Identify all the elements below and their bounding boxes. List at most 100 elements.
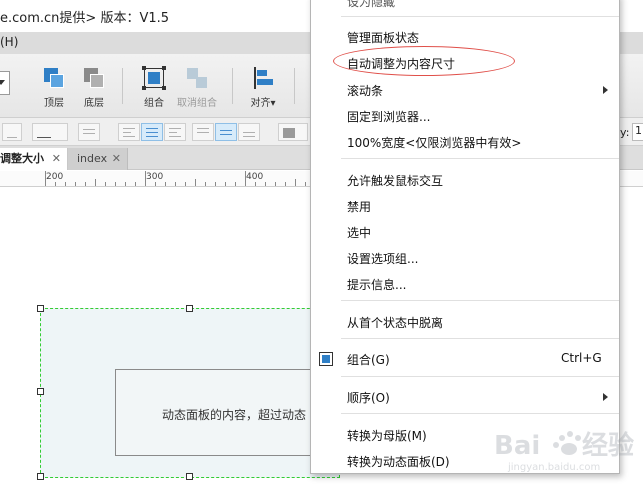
- align-button[interactable]: 对齐▾: [237, 62, 289, 109]
- ruler-tick: [155, 182, 156, 186]
- send-to-back-icon: [82, 66, 106, 90]
- menu-separator: [341, 158, 619, 159]
- align-center-text-button[interactable]: [141, 123, 163, 141]
- menu-separator: [341, 300, 619, 301]
- resize-handle[interactable]: [37, 473, 44, 480]
- ruler-tick: [105, 182, 106, 186]
- ruler-tick: [125, 182, 126, 186]
- toolbar-divider: [294, 68, 295, 104]
- submenu-arrow-icon: [603, 393, 608, 401]
- menu-help[interactable]: (H): [0, 35, 18, 49]
- tab-adjust-size[interactable]: 调整大小 ✕: [0, 148, 68, 170]
- ruler-tick: [305, 182, 306, 186]
- submenu-arrow-icon: [603, 86, 608, 94]
- font-color-button[interactable]: [32, 123, 68, 141]
- ruler-tick: [165, 182, 166, 186]
- svg-text:Bai: Bai: [494, 431, 540, 461]
- ruler-tick: [95, 179, 96, 186]
- ruler-tick: [295, 179, 296, 186]
- menu-item-convert-to-master[interactable]: 转换为母版(M): [347, 427, 427, 444]
- ruler-tick: [135, 182, 136, 186]
- menu-item-break-away[interactable]: 从首个状态中脱离: [347, 314, 443, 331]
- menu-item-convert-to-dynamic-panel[interactable]: 转换为动态面板(D): [347, 453, 450, 470]
- ruler-tick: [245, 171, 246, 186]
- ruler-tick: [45, 171, 46, 186]
- send-to-back-label: 底层: [84, 98, 104, 109]
- menu-item-tooltip[interactable]: 提示信息...: [347, 276, 406, 293]
- shortcut-group: Ctrl+G: [561, 351, 602, 365]
- underline-button[interactable]: [2, 123, 22, 141]
- tab-index[interactable]: index ✕: [68, 148, 128, 170]
- ruler-tick: [55, 182, 56, 186]
- ruler-mark: 200: [46, 172, 64, 182]
- ruler-tick: [255, 182, 256, 186]
- toolbar-divider: [232, 68, 233, 104]
- ruler-mark: 300: [146, 172, 164, 182]
- ruler-tick: [275, 182, 276, 186]
- baidu-watermark: Bai 经验 jingyan.baidu.com: [494, 430, 634, 473]
- group-icon: [319, 352, 333, 366]
- ruler-tick: [215, 182, 216, 186]
- ungroup-icon: [185, 66, 209, 90]
- align-right-text-button[interactable]: [164, 123, 186, 141]
- menu-item-group[interactable]: 组合(G): [347, 351, 390, 368]
- menu-item-pin-to-browser[interactable]: 固定到浏览器...: [347, 108, 430, 125]
- ruler-tick: [145, 171, 146, 186]
- menu-item-scrollbars[interactable]: 滚动条: [347, 82, 383, 99]
- resize-handle[interactable]: [37, 388, 44, 395]
- ruler-tick: [75, 182, 76, 186]
- ruler-tick: [205, 182, 206, 186]
- close-icon[interactable]: ✕: [112, 148, 121, 170]
- menu-separator: [341, 16, 619, 17]
- menu-item-full-width[interactable]: 100%宽度<仅限浏览器中有效>: [347, 134, 521, 151]
- tab-label: index: [77, 152, 108, 165]
- close-icon[interactable]: ✕: [52, 148, 61, 170]
- ruler-tick: [195, 179, 196, 186]
- ruler-tick: [175, 182, 176, 186]
- svg-text:经验: 经验: [582, 430, 634, 461]
- resize-handle[interactable]: [186, 305, 193, 312]
- ruler-mark: 400: [246, 172, 264, 182]
- menu-separator: [341, 338, 619, 339]
- menu-item-manage-states[interactable]: 管理面板状态: [347, 29, 419, 46]
- chevron-down-icon: [0, 80, 5, 85]
- group-icon: [142, 66, 166, 90]
- fill-color-button[interactable]: [278, 123, 308, 141]
- y-label: y:: [620, 126, 630, 139]
- menu-item-disable[interactable]: 禁用: [347, 198, 371, 215]
- send-to-back-button[interactable]: 底层: [68, 62, 120, 109]
- ruler-tick: [65, 182, 66, 186]
- toolbar-divider: [122, 68, 123, 104]
- bring-to-front-icon: [42, 66, 66, 90]
- ungroup-label: 取消组合: [177, 98, 217, 109]
- ungroup-button[interactable]: 取消组合: [171, 62, 223, 109]
- panel-content-text: 动态面板的内容，超过动态: [162, 408, 307, 422]
- menu-item-set-option-group[interactable]: 设置选项组...: [347, 250, 418, 267]
- svg-text:jingyan.baidu.com: jingyan.baidu.com: [507, 462, 600, 473]
- annotation-highlight-oval: [333, 46, 515, 76]
- valign-middle-button[interactable]: [215, 123, 237, 141]
- resize-handle[interactable]: [186, 473, 193, 480]
- ruler-tick: [235, 182, 236, 186]
- ruler-tick: [185, 182, 186, 186]
- y-field[interactable]: 1: [632, 123, 643, 141]
- resize-handle[interactable]: [37, 305, 44, 312]
- ruler-tick: [285, 182, 286, 186]
- menu-item-selected[interactable]: 选中: [347, 224, 371, 241]
- style-dropdown[interactable]: [0, 71, 10, 95]
- align-left-icon: [251, 66, 275, 90]
- align-left-text-button[interactable]: [118, 123, 140, 141]
- valign-top-button[interactable]: [192, 123, 214, 141]
- bullet-list-button[interactable]: [78, 123, 100, 141]
- ruler-tick: [225, 182, 226, 186]
- menu-item-order[interactable]: 顺序(O): [347, 389, 390, 406]
- ruler-tick: [115, 182, 116, 186]
- menu-separator: [341, 376, 619, 377]
- panel-content-box[interactable]: 动态面板的内容，超过动态: [115, 369, 315, 456]
- menu-item-hide-partial[interactable]: 设为隐藏: [347, 0, 395, 10]
- window-title: e.com.cn提供> 版本：V1.5: [0, 11, 170, 26]
- ruler-tick: [265, 182, 266, 186]
- valign-bottom-button[interactable]: [238, 123, 260, 141]
- menu-item-allow-mouse-interaction[interactable]: 允许触发鼠标交互: [347, 172, 443, 189]
- ruler-tick: [85, 182, 86, 186]
